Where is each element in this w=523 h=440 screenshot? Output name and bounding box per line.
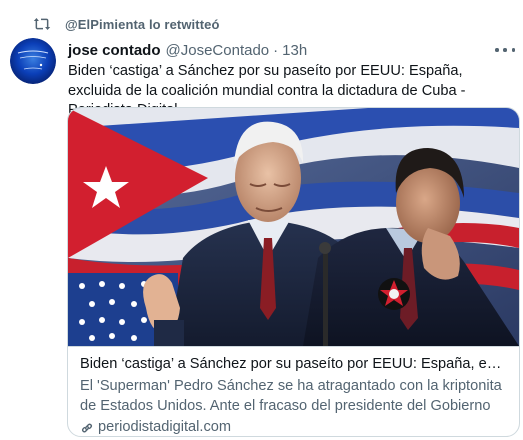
more-icon[interactable] bbox=[495, 42, 515, 58]
retweet-context: @ElPimienta lo retwitteó bbox=[33, 15, 220, 33]
timestamp[interactable]: 13h bbox=[282, 42, 307, 59]
separator-dot: · bbox=[273, 41, 279, 59]
retweet-icon bbox=[33, 16, 51, 32]
card-description: El 'Superman' Pedro Sánchez se ha atraga… bbox=[80, 378, 502, 414]
link-card[interactable]: Biden ‘castiga’ a Sánchez por su paseíto… bbox=[67, 107, 520, 437]
card-body[interactable]: Biden ‘castiga’ a Sánchez por su paseíto… bbox=[68, 346, 519, 436]
retweet-label[interactable]: @ElPimienta lo retwitteó bbox=[65, 17, 220, 32]
card-domain[interactable]: periodistadigital.com bbox=[98, 418, 231, 436]
author-name[interactable]: jose contado bbox=[68, 42, 161, 59]
link-icon bbox=[80, 421, 94, 435]
card-domain-row: periodistadigital.com bbox=[80, 418, 507, 436]
author-handle[interactable]: @JoseContado bbox=[166, 42, 270, 59]
tweet[interactable]: @ElPimienta lo retwitteó jose contado @J… bbox=[0, 0, 523, 440]
tweet-header: jose contado @JoseContado · 13h bbox=[68, 40, 307, 60]
avatar[interactable] bbox=[10, 38, 56, 84]
news-photo[interactable] bbox=[68, 108, 519, 346]
card-title: Biden ‘castiga’ a Sánchez por su paseíto… bbox=[80, 356, 507, 372]
